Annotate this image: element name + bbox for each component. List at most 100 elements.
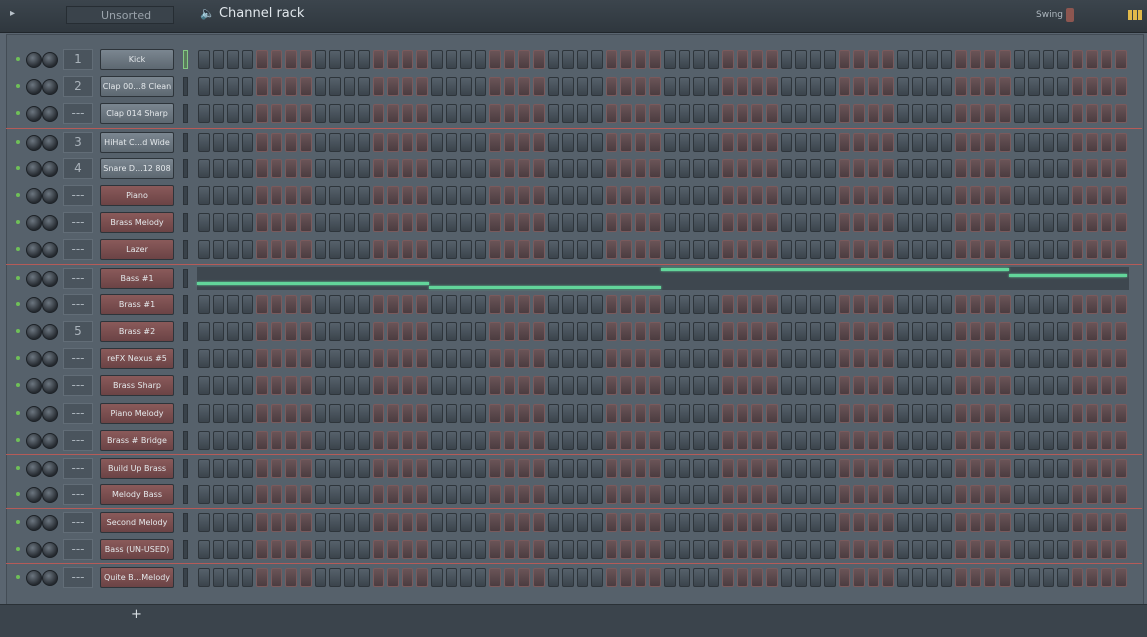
channel-name-button[interactable]: Kick	[100, 49, 174, 70]
step-button[interactable]	[1013, 50, 1026, 69]
step-button[interactable]	[809, 403, 822, 423]
step-button[interactable]	[1057, 349, 1069, 369]
step-button[interactable]	[722, 240, 734, 260]
step-button[interactable]	[1071, 213, 1084, 233]
step-button[interactable]	[1028, 430, 1040, 450]
step-button[interactable]	[969, 186, 982, 205]
step-button[interactable]	[1100, 77, 1113, 97]
step-button[interactable]	[489, 376, 501, 396]
step-button[interactable]	[329, 376, 341, 396]
step-button[interactable]	[591, 459, 603, 478]
step-button[interactable]	[431, 77, 443, 97]
step-button[interactable]	[343, 403, 356, 423]
step-button[interactable]	[838, 186, 851, 205]
step-button[interactable]	[824, 186, 836, 205]
step-button[interactable]	[984, 77, 996, 97]
step-button[interactable]	[853, 349, 865, 369]
step-button[interactable]	[926, 322, 938, 341]
step-button[interactable]	[387, 132, 399, 152]
step-button[interactable]	[358, 539, 370, 559]
step-button[interactable]	[518, 213, 530, 233]
step-button[interactable]	[299, 322, 312, 341]
step-button[interactable]	[693, 403, 705, 423]
step-button[interactable]	[649, 77, 661, 97]
step-button[interactable]	[503, 213, 516, 233]
step-button[interactable]	[678, 240, 691, 260]
mixer-track-slot[interactable]: ---	[63, 212, 93, 234]
step-button[interactable]	[897, 403, 909, 423]
step-button[interactable]	[241, 459, 254, 478]
step-button[interactable]	[270, 459, 283, 478]
step-button[interactable]	[270, 539, 283, 559]
step-button[interactable]	[867, 213, 880, 233]
step-button[interactable]	[765, 104, 778, 124]
step-button[interactable]	[518, 513, 530, 533]
step-button[interactable]	[693, 104, 705, 124]
step-button[interactable]	[547, 403, 560, 423]
step-button[interactable]	[445, 403, 458, 423]
step-button[interactable]	[1028, 567, 1040, 587]
step-button[interactable]	[562, 322, 574, 341]
step-button[interactable]	[562, 104, 574, 124]
step-button[interactable]	[270, 567, 283, 587]
mute-led-button[interactable]	[16, 410, 20, 415]
step-button[interactable]	[809, 77, 822, 97]
step-button[interactable]	[431, 322, 443, 341]
step-button[interactable]	[198, 50, 210, 69]
step-button[interactable]	[489, 349, 501, 369]
step-button[interactable]	[1042, 539, 1055, 559]
step-button[interactable]	[969, 158, 982, 178]
step-button[interactable]	[401, 376, 414, 396]
step-button[interactable]	[620, 322, 632, 341]
step-button[interactable]	[460, 104, 472, 124]
step-button[interactable]	[853, 50, 865, 69]
step-button[interactable]	[591, 539, 603, 559]
step-button[interactable]	[1013, 158, 1026, 178]
step-button[interactable]	[664, 104, 676, 124]
step-button[interactable]	[998, 567, 1011, 587]
step-button[interactable]	[198, 294, 210, 314]
step-button[interactable]	[445, 213, 458, 233]
step-button[interactable]	[270, 77, 283, 97]
step-button[interactable]	[547, 158, 560, 178]
step-button[interactable]	[736, 430, 749, 450]
step-button[interactable]	[1028, 77, 1040, 97]
step-button[interactable]	[401, 459, 414, 478]
step-button[interactable]	[1071, 485, 1084, 505]
step-button[interactable]	[431, 485, 443, 505]
step-button[interactable]	[1086, 294, 1098, 314]
step-button[interactable]	[299, 513, 312, 533]
step-button[interactable]	[1028, 349, 1040, 369]
channel-name-button[interactable]: Brass Sharp	[100, 375, 174, 397]
step-button[interactable]	[984, 104, 996, 124]
step-button[interactable]	[765, 376, 778, 396]
step-button[interactable]	[532, 213, 545, 233]
step-button[interactable]	[416, 158, 428, 178]
step-button[interactable]	[285, 322, 297, 341]
step-button[interactable]	[285, 430, 297, 450]
step-button[interactable]	[431, 132, 443, 152]
step-button[interactable]	[1115, 430, 1127, 450]
step-button[interactable]	[736, 376, 749, 396]
step-button[interactable]	[329, 403, 341, 423]
step-button[interactable]	[722, 539, 734, 559]
step-button[interactable]	[532, 322, 545, 341]
step-button[interactable]	[664, 485, 676, 505]
step-button[interactable]	[940, 539, 953, 559]
step-button[interactable]	[926, 567, 938, 587]
step-button[interactable]	[562, 376, 574, 396]
step-button[interactable]	[969, 376, 982, 396]
step-button[interactable]	[416, 430, 428, 450]
step-button[interactable]	[576, 322, 589, 341]
channel-name-button[interactable]: Bass (UN-USED)	[100, 538, 174, 560]
step-button[interactable]	[227, 513, 239, 533]
step-button[interactable]	[474, 430, 487, 450]
step-button[interactable]	[649, 403, 661, 423]
step-button[interactable]	[460, 459, 472, 478]
step-button[interactable]	[401, 485, 414, 505]
step-button[interactable]	[751, 186, 763, 205]
step-button[interactable]	[1100, 485, 1113, 505]
step-button[interactable]	[751, 403, 763, 423]
step-button[interactable]	[285, 567, 297, 587]
step-button[interactable]	[489, 132, 501, 152]
